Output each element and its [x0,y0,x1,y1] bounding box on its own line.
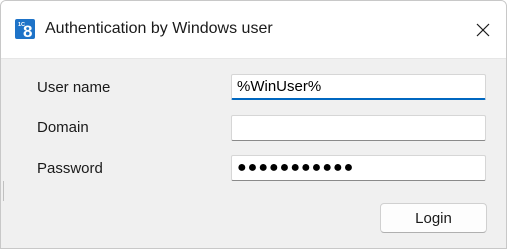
close-icon [476,23,490,36]
password-label: Password [37,160,103,177]
window-title: Authentication by Windows user [45,20,273,37]
login-button[interactable]: Login [380,203,487,233]
auth-dialog: 1С 8 Authentication by Windows user User… [0,0,507,249]
user-name-field[interactable] [231,74,486,100]
resize-edge [3,181,4,201]
domain-label: Domain [37,119,89,136]
svg-text:8: 8 [23,22,32,39]
domain-field[interactable] [231,115,486,141]
password-field[interactable] [231,155,486,181]
app-icon: 1С 8 [15,19,35,39]
title-bar: 1С 8 Authentication by Windows user [1,1,506,59]
close-button[interactable] [460,1,506,58]
user-name-label: User name [37,79,111,96]
